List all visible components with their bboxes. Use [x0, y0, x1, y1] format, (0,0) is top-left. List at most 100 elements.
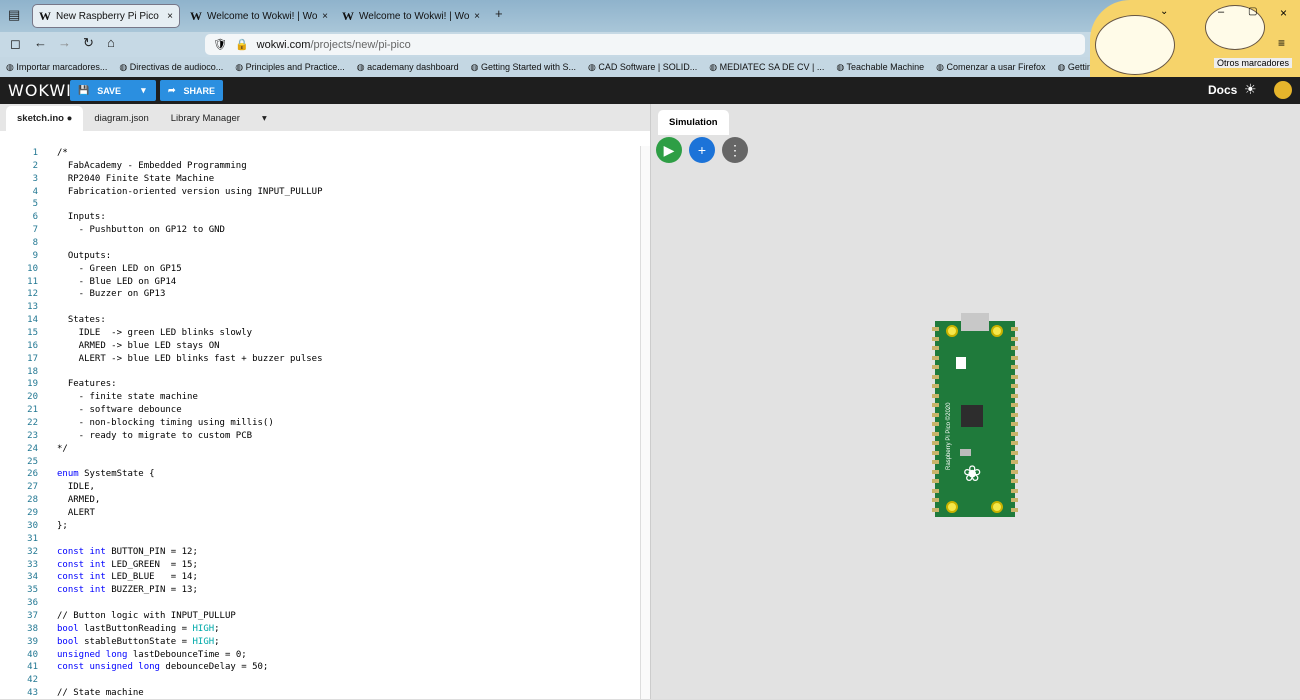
tab-diagram-json[interactable]: diagram.json [83, 106, 159, 131]
gpio-pin[interactable] [932, 479, 939, 483]
gpio-pin[interactable] [1011, 488, 1018, 493]
gpio-pin[interactable] [932, 460, 939, 464]
more-options-button[interactable]: ⋮ [722, 137, 748, 163]
bookmark-item[interactable]: ◍ MEDIATEC SA DE CV | ... [709, 62, 824, 73]
bookmark-item[interactable]: ◍ Teachable Machine [836, 62, 924, 73]
wokwi-logo[interactable]: WOKWI [8, 81, 72, 100]
gpio-pin[interactable] [1011, 365, 1018, 369]
gpio-pin[interactable] [1011, 327, 1018, 331]
gpio-pin[interactable] [1011, 460, 1018, 464]
minimize-icon[interactable]: – [1218, 6, 1224, 18]
gpio-pin[interactable] [932, 412, 939, 417]
bookmark-item[interactable]: ◍ academany dashboard [357, 62, 459, 73]
gpio-pin[interactable] [1011, 441, 1018, 445]
gpio-pin[interactable] [1011, 336, 1018, 341]
line-text: States: [57, 315, 106, 326]
line-number: 4 [32, 186, 38, 197]
bookmark-item[interactable]: ◍ Getting Started with S... [471, 62, 576, 73]
shield-icon: 🛡 [213, 39, 227, 51]
gpio-pin[interactable] [932, 441, 939, 445]
menu-icon[interactable]: ≡ [1278, 36, 1285, 50]
gpio-pin[interactable] [1011, 507, 1018, 512]
gpio-pin[interactable] [932, 374, 939, 379]
home-icon[interactable]: ⌂ [107, 35, 115, 50]
chevron-down-icon[interactable]: ▾ [141, 85, 146, 96]
gpio-pin[interactable] [1011, 469, 1018, 474]
gpio-pin[interactable] [1011, 374, 1018, 379]
gpio-pin[interactable] [1011, 479, 1018, 483]
close-icon[interactable]: × [167, 11, 173, 22]
gpio-pin[interactable] [932, 488, 939, 493]
gpio-pin[interactable] [1011, 450, 1018, 455]
tab-list-icon[interactable]: ▤ [8, 7, 20, 23]
add-part-button[interactable]: + [689, 137, 715, 163]
gpio-pin[interactable] [932, 422, 939, 426]
line-number: 8 [32, 238, 38, 249]
close-icon[interactable]: × [474, 11, 480, 22]
tab-library-manager[interactable]: Library Manager [160, 106, 251, 131]
close-window-icon[interactable]: × [1280, 6, 1287, 20]
gpio-pin[interactable] [932, 355, 939, 360]
browser-theme-mascot: ⌄ – ▢ × ≡ Otros marcadores [1090, 0, 1300, 77]
raspberry-pi-pico-board[interactable]: ❀ Raspberry Pi Pico ©2020 [932, 313, 1018, 517]
line-text: - Pushbutton on GP12 to GND [57, 225, 225, 236]
gpio-pin[interactable] [932, 507, 939, 512]
gpio-pin[interactable] [932, 450, 939, 455]
gpio-pin[interactable] [1011, 498, 1018, 502]
gpio-pin[interactable] [932, 469, 939, 474]
save-button[interactable]: 💾 SAVE ▾ [70, 80, 156, 101]
line-text: const int LED_BLUE = 14; [57, 572, 198, 583]
start-simulation-button[interactable]: ▶ [656, 137, 682, 163]
docs-link[interactable]: Docs [1208, 83, 1237, 97]
chevron-down-icon[interactable]: ⌄ [1160, 6, 1168, 17]
gpio-pin[interactable] [932, 403, 939, 407]
gpio-pin[interactable] [1011, 422, 1018, 426]
gpio-pin[interactable] [1011, 355, 1018, 360]
tab-sketch-ino[interactable]: sketch.ino ● [6, 106, 84, 131]
gpio-pin[interactable] [1011, 384, 1018, 388]
share-button[interactable]: ➦ SHARE [160, 80, 223, 101]
gpio-pin[interactable] [1011, 412, 1018, 417]
bookmark-item[interactable]: ◍ Importar marcadores... [6, 62, 107, 73]
bootsel-button[interactable] [956, 357, 966, 369]
maximize-icon[interactable]: ▢ [1248, 6, 1257, 17]
gpio-pin[interactable] [932, 365, 939, 369]
bookmark-item[interactable]: ◍ Principles and Practice... [235, 62, 344, 73]
gpio-pin[interactable] [1011, 346, 1018, 350]
code-line: 29 ALERT [0, 507, 640, 520]
gpio-pin[interactable] [932, 346, 939, 350]
gpio-pin[interactable] [932, 384, 939, 388]
gpio-pin[interactable] [1011, 403, 1018, 407]
bookmark-item[interactable]: ◍ CAD Software | SOLID... [588, 62, 697, 73]
gpio-pin[interactable] [1011, 393, 1018, 398]
tab-simulation[interactable]: Simulation [658, 110, 729, 135]
theme-toggle-icon[interactable]: ☀ [1244, 81, 1257, 98]
gpio-pin[interactable] [932, 327, 939, 331]
other-bookmarks[interactable]: Otros marcadores [1214, 58, 1293, 68]
back-icon[interactable]: ← [34, 35, 47, 50]
gpio-pin[interactable] [932, 498, 939, 502]
browser-tab[interactable]: W New Raspberry Pi Pico Project × [32, 4, 180, 28]
close-icon[interactable]: × [322, 11, 328, 22]
gpio-pin[interactable] [932, 393, 939, 398]
bookmark-item[interactable]: ◍ Comenzar a usar Firefox [936, 62, 1045, 73]
gpio-pin[interactable] [932, 431, 939, 436]
lock-icon: 🔒 [234, 39, 249, 51]
editor-scrollbar[interactable] [640, 146, 650, 699]
avatar[interactable] [1274, 81, 1292, 99]
line-number: 34 [27, 572, 38, 583]
tab-title: Welcome to Wokwi! | Wokwi Do [207, 10, 318, 22]
gpio-pin[interactable] [932, 336, 939, 341]
reload-icon[interactable]: ↻ [83, 35, 94, 51]
tabs-menu-icon[interactable]: ▾ [251, 106, 278, 131]
sidebar-icon[interactable]: ◻ [10, 36, 21, 52]
url-bar[interactable]: 🛡 🔒 wokwi.com/projects/new/pi-pico [205, 34, 1085, 55]
new-tab-icon[interactable]: + [495, 6, 503, 21]
bookmark-item[interactable]: ◍ Directivas de audioco... [119, 62, 223, 73]
forward-icon[interactable]: → [58, 35, 71, 50]
globe-icon: ◍ [356, 61, 368, 72]
code-area[interactable]: 1/* 2 FabAcademy - Embedded Programming 3 … [0, 147, 640, 700]
browser-tab[interactable]: W Welcome to Wokwi! | Wokwi Do × [336, 4, 486, 28]
gpio-pin[interactable] [1011, 431, 1018, 436]
browser-tab[interactable]: W Welcome to Wokwi! | Wokwi Do × [184, 4, 334, 28]
